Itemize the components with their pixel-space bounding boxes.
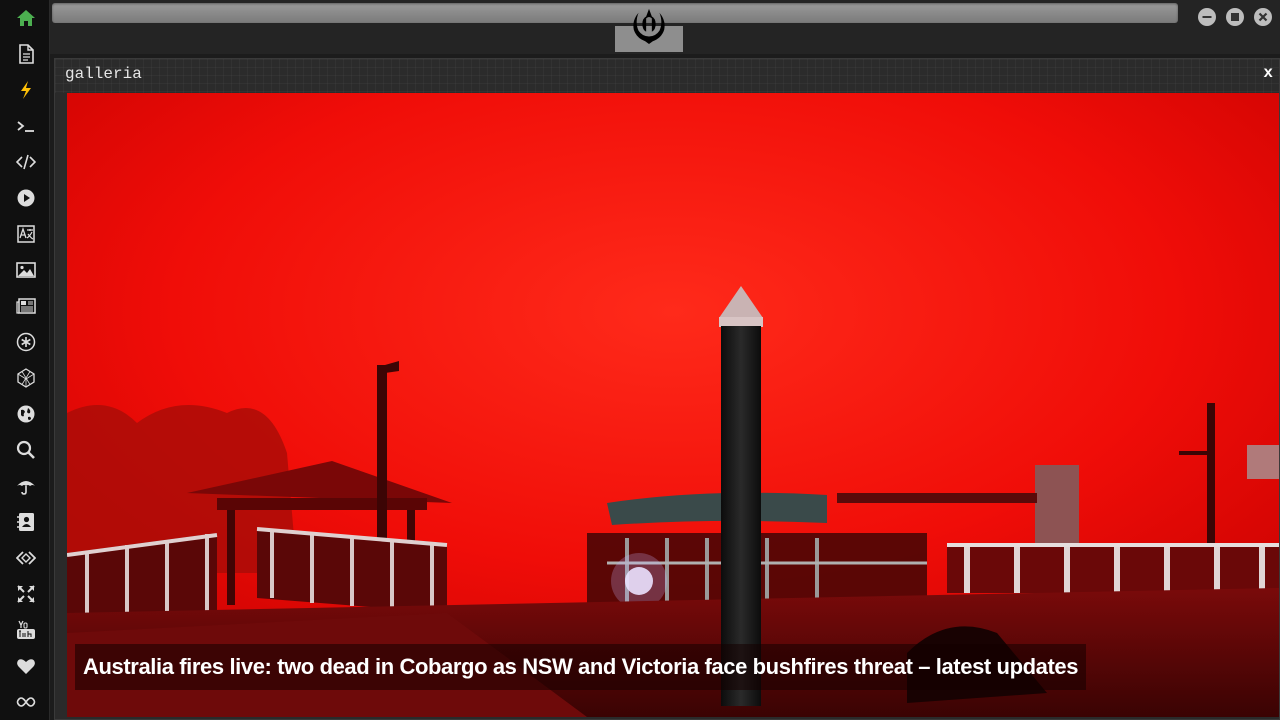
infinity-icon[interactable]	[13, 690, 39, 714]
top-bar	[50, 0, 1280, 54]
heart-icon[interactable]	[13, 654, 39, 678]
asterisk-icon[interactable]	[13, 330, 39, 354]
play-icon[interactable]	[13, 186, 39, 210]
code-icon[interactable]	[13, 150, 39, 174]
maximize-icon	[1231, 13, 1239, 21]
sidebar	[0, 0, 50, 720]
umbrella-icon[interactable]	[13, 474, 39, 498]
minimize-icon	[1202, 16, 1212, 18]
app-window: galleria x Australia fires live: two dea…	[0, 0, 1280, 720]
rebel-alliance-icon	[630, 6, 668, 46]
panel-title: galleria	[65, 65, 142, 83]
youtube-icon[interactable]	[13, 618, 39, 642]
minimize-button[interactable]	[1198, 8, 1216, 26]
lightning-icon[interactable]	[13, 78, 39, 102]
document-icon[interactable]	[13, 42, 39, 66]
search-icon[interactable]	[13, 438, 39, 462]
contact-card-icon[interactable]	[13, 510, 39, 534]
tag-code-icon[interactable]	[13, 546, 39, 570]
newspaper-icon[interactable]	[13, 294, 39, 318]
terminal-icon[interactable]	[13, 114, 39, 138]
image-caption: Australia fires live: two dead in Cobarg…	[75, 644, 1087, 690]
gallery-panel: galleria x Australia fires live: two dea…	[54, 58, 1280, 720]
close-window-button[interactable]	[1254, 8, 1272, 26]
gallery-image-viewer[interactable]: Australia fires live: two dead in Cobarg…	[67, 93, 1279, 717]
panel-close-button[interactable]: x	[1263, 64, 1273, 82]
panel-header: galleria x	[55, 59, 1279, 93]
address-bar[interactable]	[52, 3, 1178, 23]
expand-icon[interactable]	[13, 582, 39, 606]
gallery-photo	[67, 93, 1279, 717]
polyhedron-icon[interactable]	[13, 366, 39, 390]
globe-icon[interactable]	[13, 402, 39, 426]
maximize-button[interactable]	[1226, 8, 1244, 26]
image-icon[interactable]	[13, 258, 39, 282]
close-icon	[1258, 12, 1268, 22]
translate-icon[interactable]	[13, 222, 39, 246]
home-icon[interactable]	[13, 6, 39, 30]
